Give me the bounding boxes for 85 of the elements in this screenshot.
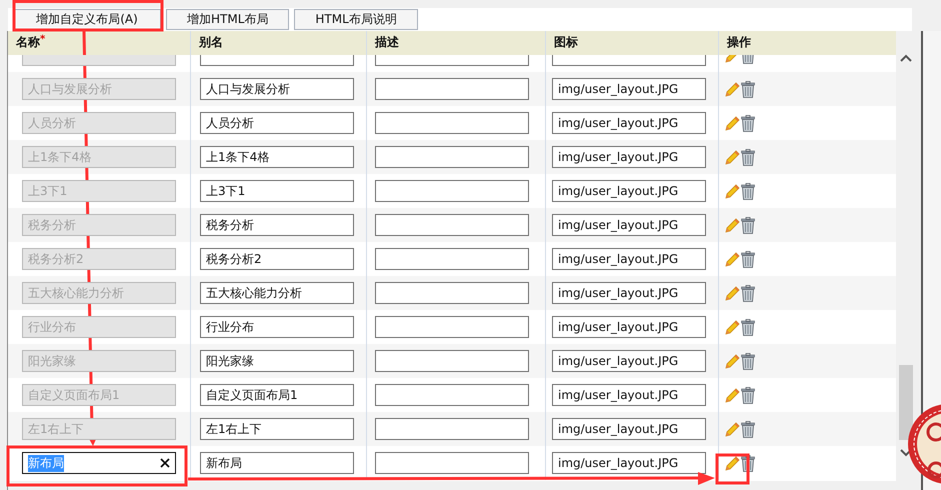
icon-path-field[interactable]: img/user_layout.JPG	[552, 418, 706, 440]
trash-icon[interactable]	[741, 114, 755, 132]
name-field: 五大核心能力分析	[22, 282, 176, 304]
icon-path-field[interactable]: img/user_layout.JPG	[552, 452, 706, 474]
trash-icon[interactable]	[741, 80, 755, 98]
description-field[interactable]	[375, 350, 529, 372]
trash-icon[interactable]	[741, 216, 755, 234]
scrollbar-thumb[interactable]	[899, 365, 913, 440]
pencil-icon[interactable]	[724, 218, 740, 234]
description-field[interactable]	[375, 248, 529, 270]
name-field: 阳光家缘	[22, 350, 176, 372]
alias-field[interactable]: 新布局	[200, 452, 354, 474]
description-field[interactable]	[375, 112, 529, 134]
required-mark: *	[40, 34, 46, 45]
alias-field[interactable]: 五大核心能力分析	[200, 282, 354, 304]
alias-field[interactable]: 人员分析	[200, 112, 354, 134]
icon-path-field[interactable]: img/user_layout.JPG	[552, 384, 706, 406]
toolbar-button[interactable]: HTML布局说明	[294, 9, 418, 30]
name-field: 上1条下4格	[22, 146, 176, 168]
icon-path-field[interactable]: img/user_layout.JPG	[552, 214, 706, 236]
description-field[interactable]	[375, 78, 529, 100]
pencil-icon[interactable]	[724, 422, 740, 438]
description-field[interactable]	[375, 452, 529, 474]
icon-path-field[interactable]: img/user_layout.JPG	[552, 112, 706, 134]
alias-field[interactable]: 税务分析2	[200, 248, 354, 270]
name-field: 上3下1	[22, 180, 176, 202]
alias-field[interactable]: 阳光家缘	[200, 350, 354, 372]
pencil-icon[interactable]	[724, 184, 740, 200]
description-field[interactable]	[375, 214, 529, 236]
trash-icon[interactable]	[741, 182, 755, 200]
column-header: 别名	[199, 34, 223, 51]
alias-field[interactable]: 自定义页面布局1	[200, 384, 354, 406]
description-field[interactable]	[375, 384, 529, 406]
description-field[interactable]	[375, 146, 529, 168]
trash-icon[interactable]	[741, 420, 755, 438]
scroll-down-icon[interactable]	[900, 449, 912, 457]
clear-icon[interactable]	[160, 458, 170, 468]
toolbar-button[interactable]: 增加自定义布局(A)	[13, 9, 161, 30]
column-header: 名称	[16, 34, 40, 51]
description-field[interactable]	[375, 180, 529, 202]
trash-icon[interactable]	[741, 284, 755, 302]
trash-icon[interactable]	[741, 318, 755, 336]
alias-field[interactable]: 左1右上下	[200, 418, 354, 440]
pencil-icon[interactable]	[724, 286, 740, 302]
icon-path-field[interactable]: img/user_layout.JPG	[552, 78, 706, 100]
name-field: 左1右上下	[22, 418, 176, 440]
icon-path-field[interactable]: img/user_layout.JPG	[552, 248, 706, 270]
pencil-icon[interactable]	[724, 354, 740, 370]
trash-icon[interactable]	[741, 454, 755, 472]
column-header: 图标	[554, 34, 578, 51]
name-field: 税务分析	[22, 214, 176, 236]
icon-path-field[interactable]: img/user_layout.JPG	[552, 350, 706, 372]
pencil-icon[interactable]	[724, 320, 740, 336]
name-field: 行业分布	[22, 316, 176, 338]
description-field[interactable]	[375, 418, 529, 440]
alias-field[interactable]: 上3下1	[200, 180, 354, 202]
pencil-icon[interactable]	[724, 252, 740, 268]
alias-field[interactable]: 行业分布	[200, 316, 354, 338]
alias-field[interactable]: 人口与发展分析	[200, 78, 354, 100]
name-field: 人口与发展分析	[22, 78, 176, 100]
pencil-icon[interactable]	[724, 116, 740, 132]
pencil-icon[interactable]	[724, 82, 740, 98]
name-field: 税务分析2	[22, 248, 176, 270]
highlight-frame	[716, 454, 750, 484]
scroll-up-icon[interactable]	[900, 54, 912, 62]
icon-path-field[interactable]: img/user_layout.JPG	[552, 146, 706, 168]
icon-path-field[interactable]: img/user_layout.JPG	[552, 316, 706, 338]
pencil-icon[interactable]	[724, 388, 740, 404]
trash-icon[interactable]	[741, 386, 755, 404]
pencil-icon[interactable]	[724, 150, 740, 166]
trash-icon[interactable]	[741, 352, 755, 370]
description-field[interactable]	[375, 282, 529, 304]
name-field: 自定义页面布局1	[22, 384, 176, 406]
trash-icon[interactable]	[741, 250, 755, 268]
icon-path-field[interactable]: img/user_layout.JPG	[552, 180, 706, 202]
icon-path-field[interactable]: img/user_layout.JPG	[552, 282, 706, 304]
column-header: 操作	[727, 34, 751, 51]
alias-field[interactable]: 上1条下4格	[200, 146, 354, 168]
name-field: 人员分析	[22, 112, 176, 134]
description-field[interactable]	[375, 316, 529, 338]
trash-icon[interactable]	[741, 148, 755, 166]
alias-field[interactable]: 税务分析	[200, 214, 354, 236]
toolbar-button[interactable]: 增加HTML布局	[166, 9, 290, 30]
column-header: 描述	[375, 34, 399, 51]
pencil-icon[interactable]	[724, 456, 740, 472]
